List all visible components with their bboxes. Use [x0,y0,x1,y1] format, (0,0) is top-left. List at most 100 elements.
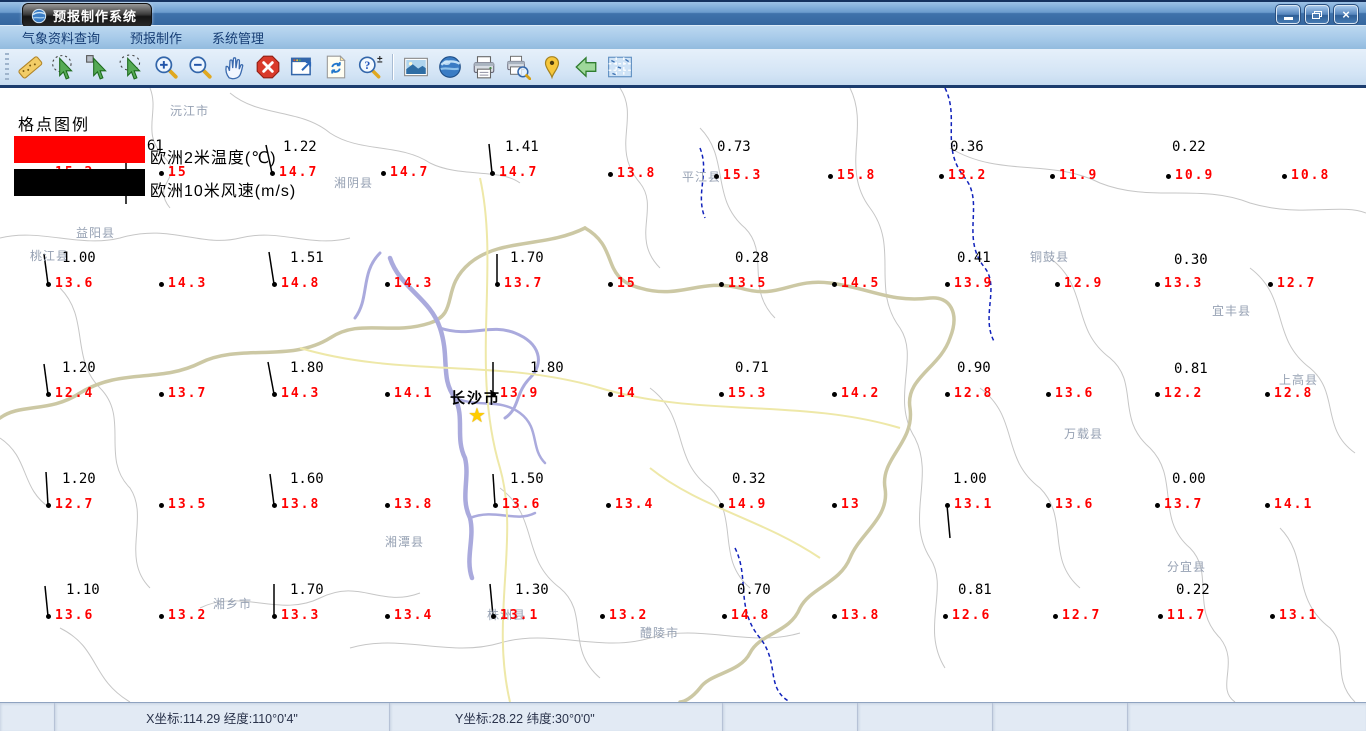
app-title-tab: 预报制作系统 [22,3,153,28]
toolbar-separator [392,54,394,80]
province-boundary [0,226,956,702]
grid-point-dot [1268,282,1273,287]
wind-speed-value: 0.71 [735,360,769,376]
image-icon [404,57,428,77]
grid-point-dot [1155,503,1160,508]
grid-point-dot [1046,503,1051,508]
select-ellipse-button[interactable] [48,51,80,83]
temperature-value: 14.9 [728,497,768,512]
temperature-value: 15 [617,276,637,291]
temperature-value: 14.8 [281,276,321,291]
status-segment [0,703,55,731]
wind-speed-value: 1.51 [290,250,324,266]
legend-item-label: 欧洲10米风速(m/s) [150,183,297,200]
placemark-icon [544,56,560,80]
pan-button[interactable] [218,51,250,83]
temperature-value: 13.6 [55,608,95,623]
temperature-value: 13.3 [281,608,321,623]
wind-speed-value: 0.30 [1174,252,1208,268]
window-extent-button[interactable] [286,51,318,83]
menu-item-2[interactable]: 系统管理 [204,26,272,49]
globe-button[interactable] [434,51,466,83]
title-bar: 预报制作系统 × [0,0,1366,28]
temperature-value: 12.7 [1277,276,1317,291]
status-bar: X坐标:114.29 经度:110°0'4" Y坐标:28.22 纬度:30°0… [0,702,1366,731]
select-polygon-button[interactable] [116,51,148,83]
grid-point-dot [1158,614,1163,619]
wind-speed-value: 0.32 [732,471,766,487]
temperature-value: 15.3 [728,386,768,401]
grid-point-dot [159,282,164,287]
temperature-value: 14.7 [499,165,539,180]
map-canvas[interactable]: 格点图例 长沙市 ★ 15.21514.714.714.713.815.315.… [0,88,1366,702]
select-rect-button[interactable] [82,51,114,83]
minimize-button[interactable] [1275,4,1301,25]
zoom-out-button[interactable] [184,51,216,83]
grid-point-dot [272,282,277,287]
temperature-value: 13.2 [168,608,208,623]
grid-point-dot [943,614,948,619]
temperature-value: 14.1 [1274,497,1314,512]
identify-zoom-button[interactable]: ? ± [354,51,386,83]
grid-point-dot [1265,503,1270,508]
wind-speed-value: 1.41 [505,139,539,155]
back-arrow-button[interactable] [570,51,602,83]
page-refresh-button[interactable] [320,51,352,83]
menu-item-0[interactable]: 气象资料查询 [14,26,108,49]
pan-icon [225,57,244,80]
legend-title: 格点图例 [18,117,91,134]
menu-item-1[interactable]: 预报制作 [122,26,190,49]
temperature-value: 13.2 [948,168,988,183]
grid-point-dot [608,392,613,397]
image-button[interactable] [400,51,432,83]
wind-speed-value: 1.60 [290,471,324,487]
restore-button[interactable] [1304,4,1330,25]
status-y-coordinate: Y坐标:28.22 纬度:30°0'0" [390,703,723,731]
status-y-text: Y坐标:28.22 纬度:30°0'0" [455,711,595,726]
temperature-value: 14.2 [841,386,881,401]
temperature-value: 12.7 [55,497,95,512]
stop-button[interactable] [252,51,284,83]
grid-point-dot [719,282,724,287]
grid-point-dot [46,282,51,287]
temperature-value: 13.6 [55,276,95,291]
toolbar-grip[interactable] [5,53,9,81]
select-polygon-icon [119,54,141,80]
status-x-coordinate: X坐标:114.29 经度:110°0'4" [55,703,390,731]
temperature-value: 13.4 [615,497,655,512]
zoom-in-button[interactable] [150,51,182,83]
grid-point-dot [1155,392,1160,397]
grid-point-dot [46,614,51,619]
temperature-value: 12.8 [954,386,994,401]
toolbar: ? ± [0,49,1366,88]
grid-point-dot [719,503,724,508]
grid-point-dot [46,503,51,508]
capital-star-icon: ★ [468,405,486,427]
grid-point-dot [945,503,950,508]
measure-button[interactable] [14,51,46,83]
close-button[interactable]: × [1333,4,1359,25]
page-refresh-icon [326,55,346,79]
grid-point-dot [493,503,498,508]
grid-tiles-button[interactable] [604,51,636,83]
grid-point-dot [159,503,164,508]
grid-point-dot [832,282,837,287]
measure-icon [18,56,43,79]
zoom-out-icon [189,56,212,79]
globe-logo-icon [31,8,47,23]
wind-speed-value: 1.22 [283,139,317,155]
grid-point-dot [491,614,496,619]
print-preview-button[interactable] [502,51,534,83]
print-button[interactable] [468,51,500,83]
map-place-label: 湘阴县 [334,176,374,190]
wind-speed-value: 1.70 [290,582,324,598]
temperature-value: 10.8 [1291,168,1331,183]
print-icon [473,56,495,79]
grid-point-dot [714,174,719,179]
map-place-label: 湘潭县 [385,535,425,549]
temperature-value: 12.9 [1064,276,1104,291]
grid-point-dot [272,503,277,508]
placemark-button[interactable] [536,51,568,83]
temperature-value: 11.9 [1059,168,1099,183]
wind-speed-value: 1.10 [66,582,100,598]
